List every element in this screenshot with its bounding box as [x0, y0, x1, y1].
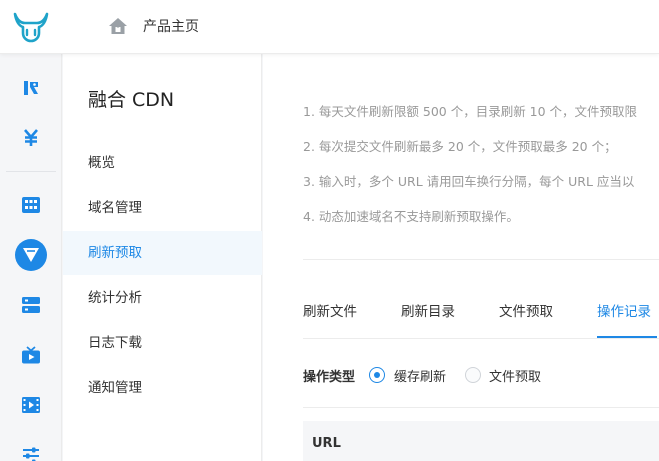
rail-active-indicator [15, 239, 47, 271]
tab-operation-records[interactable]: 操作记录 [597, 300, 651, 320]
icon-rail [0, 54, 62, 461]
tab-refresh-files[interactable]: 刷新文件 [303, 300, 357, 320]
subnav-item-overview[interactable]: 概览 [63, 141, 262, 185]
note-line-2: 2. 每次提交文件刷新最多 20 个，文件预取最多 20 个； [303, 139, 617, 154]
rail-divider [6, 171, 56, 172]
app-root: 产品主页 融合 CDN 概览 域名管理 刷新预取 统计分析 日志下载 通知管理 … [0, 0, 659, 461]
video-icon [22, 397, 40, 413]
subnav-item-statistics[interactable]: 统计分析 [63, 276, 262, 320]
sliders-icon [23, 447, 39, 461]
subnav-item-domains[interactable]: 域名管理 [63, 186, 262, 230]
subnav-item-log-download[interactable]: 日志下载 [63, 321, 262, 365]
kodo-icon [24, 81, 38, 95]
cdn-subnav: 融合 CDN 概览 域名管理 刷新预取 统计分析 日志下载 通知管理 [63, 54, 262, 461]
home-icon[interactable] [107, 15, 129, 37]
records-table-header: URL [303, 421, 659, 461]
yen-icon [24, 129, 38, 146]
radio-file-prefetch-label[interactable]: 文件预取 [489, 366, 541, 385]
radio-file-prefetch[interactable] [465, 367, 481, 383]
rail-item-dashboard[interactable] [0, 185, 62, 225]
tab-refresh-directories[interactable]: 刷新目录 [401, 300, 455, 320]
note-line-4: 4. 动态加速域名不支持刷新预取操作。 [303, 209, 519, 224]
note-line-3: 3. 输入时，多个 URL 请用回车换行分隔，每个 URL 应当以 [303, 174, 635, 189]
column-header-url: URL [312, 436, 341, 451]
cdn-icon [23, 248, 39, 262]
breadcrumb-product-home[interactable]: 产品主页 [143, 16, 199, 36]
top-bar: 产品主页 [0, 0, 659, 54]
bull-logo-icon[interactable] [12, 11, 50, 43]
radio-cache-refresh-label[interactable]: 缓存刷新 [394, 366, 446, 385]
rail-item-live[interactable] [0, 335, 62, 375]
rail-item-kodo[interactable] [0, 68, 62, 108]
tabs-divider [303, 338, 659, 339]
radio-cache-refresh[interactable] [369, 367, 385, 383]
rail-item-compute[interactable] [0, 285, 62, 325]
server-icon [22, 297, 40, 313]
rail-item-billing[interactable] [0, 118, 62, 158]
filter-divider [303, 407, 659, 408]
rail-item-media[interactable] [0, 385, 62, 425]
notes-divider [303, 259, 659, 260]
tab-prefetch-files[interactable]: 文件预取 [499, 300, 553, 320]
operation-type-label: 操作类型 [303, 370, 356, 385]
rail-item-cdn[interactable] [0, 235, 62, 275]
grid-icon [22, 197, 40, 213]
note-line-1: 1. 每天文件刷新限额 500 个，目录刷新 10 个，文件预取限 [303, 104, 638, 119]
tv-icon [22, 346, 40, 364]
main-content: 1. 每天文件刷新限额 500 个，目录刷新 10 个，文件预取限 2. 每次提… [263, 54, 659, 461]
subnav-item-notifications[interactable]: 通知管理 [63, 366, 262, 410]
subnav-title: 融合 CDN [88, 89, 175, 111]
subnav-item-refresh-prefetch[interactable]: 刷新预取 [63, 231, 262, 275]
rail-item-settings[interactable] [0, 435, 62, 461]
